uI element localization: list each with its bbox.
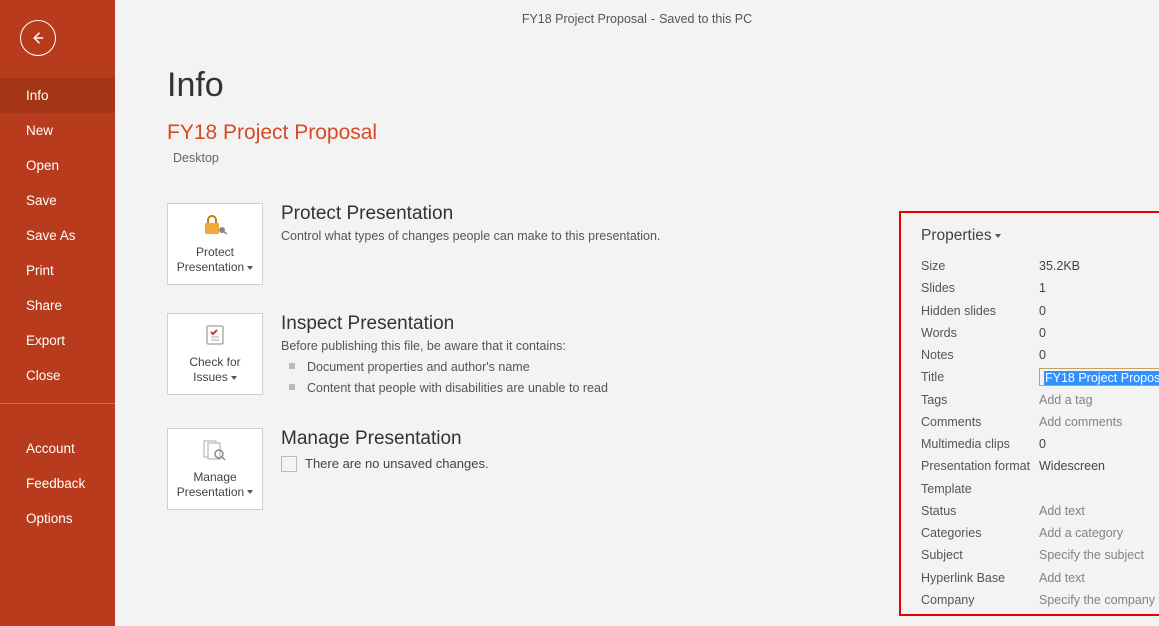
prop-subject-input[interactable]: Specify the subject xyxy=(1039,544,1144,566)
titlebar-separator: - xyxy=(651,12,655,26)
manage-btn-line2: Presentation xyxy=(177,485,253,500)
protect-presentation-button[interactable]: Protect Presentation xyxy=(167,203,263,285)
arrow-left-icon xyxy=(29,29,47,47)
checklist-icon xyxy=(203,323,227,351)
sidebar-item-options[interactable]: Options xyxy=(0,501,115,536)
sidebar-item-close[interactable]: Close xyxy=(0,358,115,393)
prop-value-notes: 0 xyxy=(1039,344,1046,366)
inspect-item-2: Content that people with disabilities ar… xyxy=(281,378,608,399)
protect-text: Protect Presentation Control what types … xyxy=(281,203,660,285)
manage-description: There are no unsaved changes. xyxy=(305,456,489,471)
prop-label-template: Template xyxy=(921,478,1039,500)
prop-comments-input[interactable]: Add comments xyxy=(1039,411,1122,433)
page-title: Info xyxy=(167,66,1159,105)
window-titlebar: FY18 Project Proposal-Saved to this PC xyxy=(115,12,1159,26)
sidebar-item-saveas[interactable]: Save As xyxy=(0,218,115,253)
titlebar-doc-name: FY18 Project Proposal xyxy=(522,12,647,26)
protect-btn-line1: Protect xyxy=(196,245,234,260)
protect-heading: Protect Presentation xyxy=(281,203,660,225)
check-issues-button[interactable]: Check for Issues xyxy=(167,313,263,395)
sidebar-item-info[interactable]: Info xyxy=(0,78,115,113)
inspect-description: Before publishing this file, be aware th… xyxy=(281,339,608,353)
prop-value-slides: 1 xyxy=(1039,277,1046,299)
back-button[interactable] xyxy=(20,20,56,56)
prop-label-categories: Categories xyxy=(921,522,1039,544)
prop-label-subject: Subject xyxy=(921,544,1039,566)
prop-label-title: Title xyxy=(921,366,1039,388)
prop-title-selected-text: FY18 Project Proposal xyxy=(1044,371,1159,385)
prop-value-words: 0 xyxy=(1039,322,1046,344)
inspect-item-1: Document properties and author's name xyxy=(281,357,608,378)
document-title: FY18 Project Proposal xyxy=(167,121,1159,145)
prop-label-hyperlink: Hyperlink Base xyxy=(921,567,1039,589)
sidebar-item-save[interactable]: Save xyxy=(0,183,115,218)
titlebar-save-status: Saved to this PC xyxy=(659,12,752,26)
prop-label-words: Words xyxy=(921,322,1039,344)
sidebar-item-open[interactable]: Open xyxy=(0,148,115,183)
inspect-btn-line2: Issues xyxy=(193,370,237,385)
manage-presentation-button[interactable]: Manage Presentation xyxy=(167,428,263,510)
prop-label-status: Status xyxy=(921,500,1039,522)
prop-label-tags: Tags xyxy=(921,389,1039,411)
prop-label-notes: Notes xyxy=(921,344,1039,366)
manage-btn-line1: Manage xyxy=(193,470,236,485)
document-location: Desktop xyxy=(173,151,1159,165)
inspect-text: Inspect Presentation Before publishing t… xyxy=(281,313,608,400)
prop-title-input[interactable]: FY18 Project Proposal xyxy=(1039,368,1159,386)
prop-label-size: Size xyxy=(921,255,1039,277)
manage-heading: Manage Presentation xyxy=(281,428,489,450)
inspect-btn-line1: Check for xyxy=(189,355,240,370)
prop-value-format: Widescreen xyxy=(1039,455,1105,477)
prop-tags-input[interactable]: Add a tag xyxy=(1039,389,1093,411)
document-icon xyxy=(281,456,297,472)
prop-company-input[interactable]: Specify the company xyxy=(1039,589,1155,611)
sidebar-item-share[interactable]: Share xyxy=(0,288,115,323)
inspect-heading: Inspect Presentation xyxy=(281,313,608,335)
protect-description: Control what types of changes people can… xyxy=(281,229,660,243)
prop-label-slides: Slides xyxy=(921,277,1039,299)
prop-label-format: Presentation format xyxy=(921,455,1039,477)
prop-label-clips: Multimedia clips xyxy=(921,433,1039,455)
properties-panel: Properties Size35.2KB Slides1 Hidden sli… xyxy=(899,211,1159,616)
prop-value-size: 35.2KB xyxy=(1039,255,1080,277)
backstage-sidebar: Info New Open Save Save As Print Share E… xyxy=(0,0,115,626)
sidebar-divider xyxy=(0,403,115,423)
prop-value-clips: 0 xyxy=(1039,433,1046,455)
protect-btn-line2: Presentation xyxy=(177,260,253,275)
prop-categories-input[interactable]: Add a category xyxy=(1039,522,1123,544)
sidebar-item-print[interactable]: Print xyxy=(0,253,115,288)
document-search-icon xyxy=(202,438,228,466)
prop-value-hidden: 0 xyxy=(1039,300,1046,322)
main-content: FY18 Project Proposal-Saved to this PC I… xyxy=(115,0,1159,626)
sidebar-item-account[interactable]: Account xyxy=(0,431,115,466)
manage-text: Manage Presentation There are no unsaved… xyxy=(281,428,489,510)
prop-label-hidden: Hidden slides xyxy=(921,300,1039,322)
sidebar-item-feedback[interactable]: Feedback xyxy=(0,466,115,501)
lock-icon xyxy=(202,213,228,241)
prop-status-input[interactable]: Add text xyxy=(1039,500,1085,522)
prop-label-company: Company xyxy=(921,589,1039,611)
prop-hyperlink-input[interactable]: Add text xyxy=(1039,567,1085,589)
sidebar-item-export[interactable]: Export xyxy=(0,323,115,358)
sidebar-item-new[interactable]: New xyxy=(0,113,115,148)
properties-dropdown[interactable]: Properties xyxy=(921,227,1159,245)
prop-label-comments: Comments xyxy=(921,411,1039,433)
